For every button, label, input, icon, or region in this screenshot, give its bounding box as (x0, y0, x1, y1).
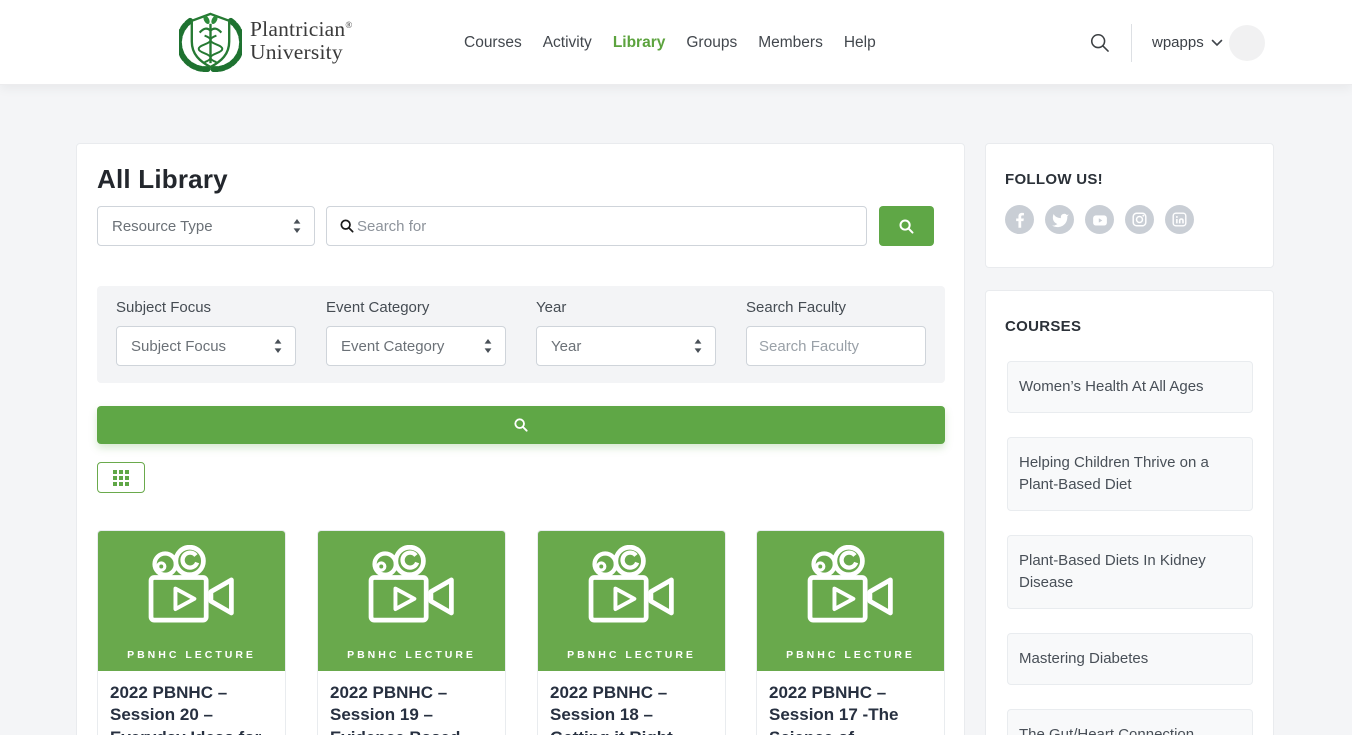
subject-focus-label: Subject Focus (116, 299, 296, 316)
event-category-value: Event Category (341, 338, 444, 355)
thumbnail-badge: PBNHC LECTURE (757, 649, 944, 661)
video-thumbnail: PBNHC LECTURE (538, 531, 725, 671)
thumbnail-badge: PBNHC LECTURE (98, 649, 285, 661)
search-input[interactable] (357, 218, 856, 235)
video-camera-icon (799, 545, 903, 629)
site-logo-text: Plantrician® University (250, 18, 352, 64)
search-icon (513, 417, 529, 433)
registered-mark: ® (345, 20, 352, 30)
year-value: Year (551, 338, 581, 355)
course-item[interactable]: The Gut/Heart Connection (1007, 709, 1253, 735)
select-arrows-icon (483, 338, 493, 354)
library-result-card[interactable]: PBNHC LECTURE 2022 PBNHC – Session 17 -T… (756, 530, 945, 735)
youtube-icon[interactable] (1085, 205, 1114, 234)
course-item[interactable]: Helping Children Thrive on a Plant-Based… (1007, 437, 1253, 511)
course-item[interactable]: Mastering Diabetes (1007, 633, 1253, 685)
course-item[interactable]: Women’s Health At All Ages (1007, 361, 1253, 413)
select-arrows-icon (693, 338, 703, 354)
account-name: wpapps (1152, 34, 1204, 51)
grid-view-toggle[interactable] (97, 462, 145, 493)
video-thumbnail: PBNHC LECTURE (318, 531, 505, 671)
video-camera-icon (140, 545, 244, 629)
nav-courses[interactable]: Courses (464, 34, 522, 52)
course-item[interactable]: Plant-Based Diets In Kidney Disease (1007, 535, 1253, 609)
linkedin-icon[interactable] (1165, 205, 1194, 234)
year-select[interactable]: Year (536, 326, 716, 366)
library-result-card[interactable]: PBNHC LECTURE 2022 PBNHC – Session 18 – … (537, 530, 726, 735)
avatar[interactable] (1229, 25, 1265, 61)
video-thumbnail: PBNHC LECTURE (98, 531, 285, 671)
header-search-icon[interactable] (1089, 32, 1111, 54)
page: Plantrician® University Courses Activity… (0, 0, 1352, 735)
site-header: Plantrician® University Courses Activity… (0, 0, 1352, 85)
social-icons-row (1005, 205, 1273, 234)
site-logo[interactable]: Plantrician® University (179, 9, 352, 72)
result-title[interactable]: 2022 PBNHC – Session 17 -The Science of (757, 671, 944, 735)
library-result-card[interactable]: PBNHC LECTURE 2022 PBNHC – Session 20 – … (97, 530, 286, 735)
video-thumbnail: PBNHC LECTURE (757, 531, 944, 671)
nav-activity[interactable]: Activity (543, 34, 592, 52)
logo-line2: University (250, 41, 352, 64)
result-title[interactable]: 2022 PBNHC – Session 20 – Everyday Ideas… (98, 671, 285, 735)
filter-event-category: Event Category Event Category (326, 299, 506, 366)
logo-line1: Plantrician (250, 17, 345, 41)
search-icon (898, 218, 915, 235)
course-list: Women’s Health At All Ages Helping Child… (1007, 361, 1253, 735)
thumbnail-badge: PBNHC LECTURE (538, 649, 725, 661)
filter-faculty: Search Faculty (746, 299, 926, 366)
result-title[interactable]: 2022 PBNHC – Session 19 – Evidence Based (318, 671, 505, 735)
subject-focus-select[interactable]: Subject Focus (116, 326, 296, 366)
resource-type-select[interactable]: Resource Type (97, 206, 315, 246)
plantrician-wreath-logo-icon (179, 9, 242, 72)
video-camera-icon (360, 545, 464, 629)
result-title[interactable]: 2022 PBNHC – Session 18 – Getting it Rig… (538, 671, 725, 735)
nav-library[interactable]: Library (613, 34, 666, 52)
search-button[interactable] (879, 206, 934, 246)
account-menu[interactable]: wpapps (1152, 0, 1223, 85)
follow-us-widget: FOLLOW US! (985, 143, 1274, 268)
filter-panel: Subject Focus Subject Focus Event Catego… (97, 286, 945, 383)
thumbnail-badge: PBNHC LECTURE (318, 649, 505, 661)
event-category-select[interactable]: Event Category (326, 326, 506, 366)
nav-groups[interactable]: Groups (686, 34, 737, 52)
page-title: All Library (97, 164, 228, 195)
select-arrows-icon (292, 218, 302, 234)
grid-icon (113, 470, 129, 486)
library-search-field (326, 206, 867, 246)
select-arrows-icon (273, 338, 283, 354)
search-faculty-label: Search Faculty (746, 299, 926, 316)
resource-type-value: Resource Type (112, 218, 213, 235)
twitter-icon[interactable] (1045, 205, 1074, 234)
search-faculty-input[interactable] (746, 326, 926, 366)
filter-subject-focus: Subject Focus Subject Focus (116, 299, 296, 366)
library-panel: All Library Resource Type Subject Focus (76, 143, 965, 735)
library-result-card[interactable]: PBNHC LECTURE 2022 PBNHC – Session 19 – … (317, 530, 506, 735)
filter-search-button[interactable] (97, 406, 945, 444)
year-label: Year (536, 299, 716, 316)
video-camera-icon (580, 545, 684, 629)
nav-help[interactable]: Help (844, 34, 876, 52)
filter-year: Year Year (536, 299, 716, 366)
search-icon (339, 218, 355, 234)
facebook-icon[interactable] (1005, 205, 1034, 234)
event-category-label: Event Category (326, 299, 506, 316)
header-divider (1131, 24, 1132, 62)
follow-us-title: FOLLOW US! (986, 144, 1273, 188)
courses-title: COURSES (986, 291, 1273, 335)
nav-members[interactable]: Members (758, 34, 823, 52)
instagram-icon[interactable] (1125, 205, 1154, 234)
courses-widget: COURSES Women’s Health At All Ages Helpi… (985, 290, 1274, 735)
subject-focus-value: Subject Focus (131, 338, 226, 355)
chevron-down-icon (1211, 39, 1223, 47)
main-nav: Courses Activity Library Groups Members … (464, 0, 876, 85)
